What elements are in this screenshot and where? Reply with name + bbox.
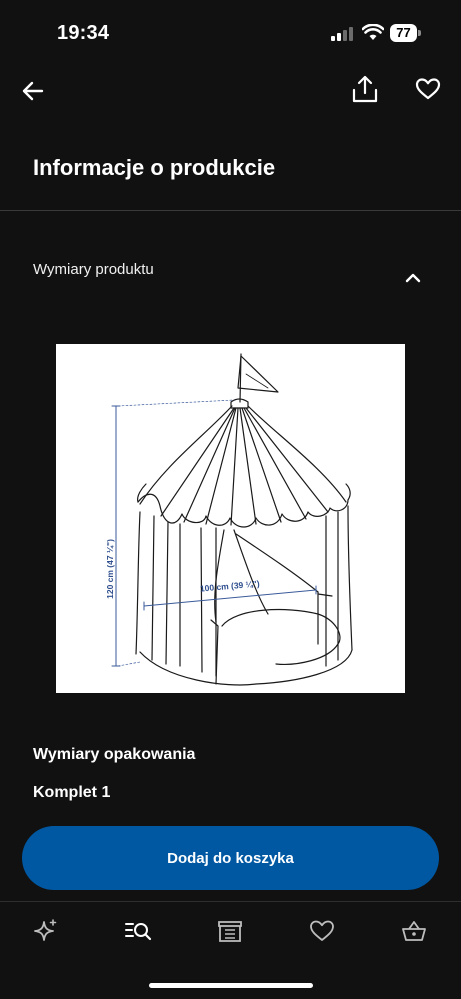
divider [0,210,461,211]
bottom-tab-bar [0,902,461,962]
width-dimension-label: 100 cm (39 ¼") [200,578,261,593]
product-dimensions-accordion[interactable]: Wymiary produktu [0,245,461,315]
wifi-icon [362,24,384,40]
arrow-left-icon[interactable] [20,78,46,104]
store-icon[interactable] [217,918,243,944]
product-dimensions-label: Wymiary produktu [33,261,154,278]
dimensions-diagram: 120 cm (47 ¼") 100 cm (39 ¼") [56,344,405,693]
sparkle-icon[interactable] [33,918,59,944]
share-icon[interactable] [351,74,379,104]
battery-icon: 77 [390,24,422,42]
chevron-up-icon[interactable] [404,271,422,285]
heart-icon[interactable] [309,918,335,944]
add-to-cart-button[interactable]: Dodaj do koszyka [22,826,439,890]
status-bar: 19:34 77 [0,0,461,68]
top-bar [0,68,461,112]
cellular-signal-icon [331,27,353,41]
battery-level: 77 [390,24,417,42]
heart-icon[interactable] [415,77,441,101]
home-indicator [149,983,313,988]
height-dimension-label: 120 cm (47 ¼") [105,539,115,599]
basket-icon[interactable] [401,918,427,944]
page-title: Informacje o produkcie [33,155,276,180]
packaging-dimensions-heading: Wymiary opakowania [33,746,196,763]
package-set-heading: Komplet 1 [33,784,111,801]
search-list-icon[interactable] [124,918,152,944]
status-time: 19:34 [57,22,110,44]
tent-illustration: 120 cm (47 ¼") 100 cm (39 ¼") [105,353,353,686]
